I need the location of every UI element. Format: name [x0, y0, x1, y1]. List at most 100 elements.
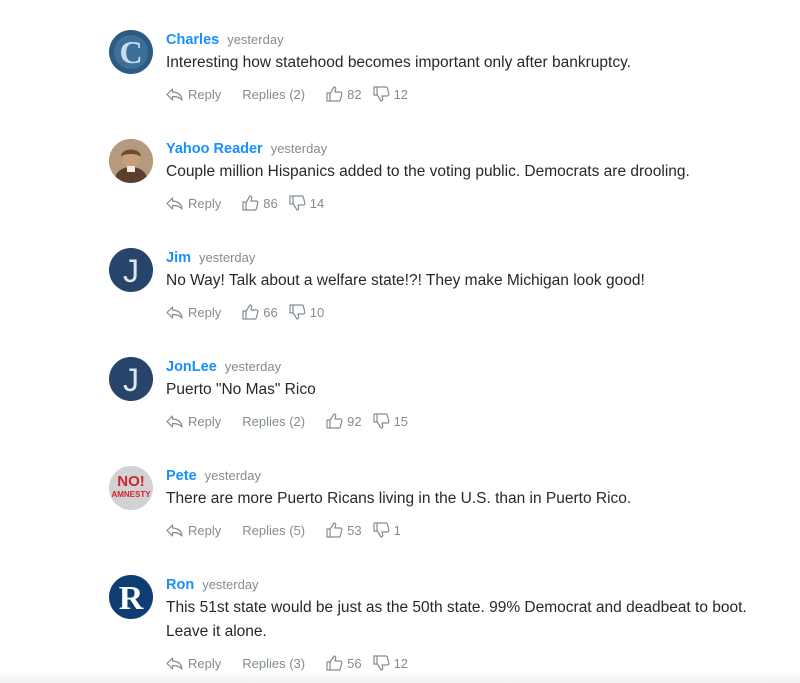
avatar-no-amnesty-icon: NO! AMNESTY — [109, 466, 153, 510]
comment-meta: Pete yesterday — [166, 466, 780, 486]
like-count: 82 — [347, 86, 362, 102]
thumbs-down-icon — [289, 195, 306, 211]
reply-button[interactable]: Reply — [166, 196, 221, 211]
reply-button[interactable]: Reply — [166, 305, 221, 320]
avatar-photo-icon — [109, 139, 153, 183]
avatar[interactable]: R — [109, 575, 153, 619]
replies-button[interactable]: Replies (5) — [242, 523, 305, 538]
thumbs-down-button[interactable]: 12 — [372, 86, 408, 102]
replies-button[interactable]: Replies (2) — [242, 414, 305, 429]
thumbs-up-button[interactable]: 82 — [326, 86, 362, 102]
comment-actions: Reply 86 14 — [166, 193, 780, 213]
comment-text: This 51st state would be just as the 50t… — [166, 599, 747, 640]
timestamp: yesterday — [224, 359, 282, 374]
thumbs-down-button[interactable]: 14 — [289, 195, 324, 211]
thumbs-down-icon — [372, 655, 390, 671]
thumbs-up-button[interactable]: 86 — [242, 195, 278, 211]
avatar-j-icon: J — [109, 248, 153, 292]
dislike-count: 1 — [393, 522, 401, 538]
svg-text:NO!: NO! — [117, 473, 145, 490]
thumbs-down-button[interactable]: 15 — [372, 413, 408, 429]
thumbs-down-button[interactable]: 12 — [372, 655, 409, 671]
comment-meta: Charles yesterday — [166, 30, 780, 50]
author-name[interactable]: Yahoo Reader — [166, 141, 263, 157]
svg-text:J: J — [123, 362, 139, 398]
comment-meta: Yahoo Reader yesterday — [166, 139, 780, 159]
thumbs-up-icon — [326, 413, 343, 429]
like-count: 66 — [263, 304, 278, 320]
comment-meta: Jim yesterday — [166, 248, 780, 268]
replies-button[interactable]: Replies (2) — [242, 87, 305, 102]
comment-meta: JonLee yesterday — [166, 357, 780, 377]
reply-button[interactable]: Reply — [166, 523, 221, 538]
author-name[interactable]: Pete — [166, 468, 197, 484]
reply-arrow-icon — [166, 656, 183, 670]
thumbs-down-button[interactable]: 10 — [289, 304, 324, 320]
like-count: 92 — [347, 413, 362, 429]
author-name[interactable]: Ron — [166, 577, 194, 593]
comment-body: Pete yesterday There are more Puerto Rica… — [166, 466, 780, 540]
thumbs-up-icon — [242, 304, 259, 320]
comment-actions: Reply Replies (2) 92 15 — [166, 411, 780, 431]
reply-label: Reply — [188, 304, 222, 320]
comment-actions: Reply Replies (2) 82 12 — [166, 84, 780, 104]
timestamp: yesterday — [270, 141, 328, 156]
timestamp: yesterday — [199, 250, 256, 265]
comment-text: There are more Puerto Ricans living in t… — [166, 490, 632, 507]
thumbs-down-icon — [372, 522, 390, 538]
thumbs-up-button[interactable]: 53 — [326, 522, 362, 538]
reply-arrow-icon — [166, 196, 183, 210]
avatar[interactable]: J — [109, 357, 153, 401]
comment-text: Puerto "No Mas" Rico — [166, 381, 316, 398]
reply-arrow-icon — [166, 87, 183, 101]
reply-arrow-icon — [166, 414, 183, 428]
timestamp: yesterday — [204, 468, 262, 483]
avatar[interactable]: NO! AMNESTY — [109, 466, 153, 510]
like-count: 53 — [347, 522, 362, 538]
reply-label: Reply — [188, 655, 222, 671]
author-name[interactable]: JonLee — [166, 359, 217, 375]
thumbs-down-icon — [372, 413, 390, 429]
reply-arrow-icon — [166, 305, 183, 319]
author-name[interactable]: Jim — [166, 250, 191, 266]
comment-actions: Reply Replies (5) 53 1 — [166, 520, 780, 540]
thumbs-up-icon — [326, 655, 343, 671]
comment-body: Ron yesterday This 51st state would be ju… — [166, 575, 780, 673]
avatar-r-icon: R — [109, 575, 153, 619]
thumbs-down-icon — [372, 86, 390, 102]
author-name[interactable]: Charles — [166, 32, 219, 48]
timestamp: yesterday — [227, 32, 284, 47]
svg-text:AMNESTY: AMNESTY — [111, 490, 151, 499]
replies-button[interactable]: Replies (3) — [242, 656, 305, 671]
thumbs-up-button[interactable]: 56 — [326, 655, 362, 671]
dislike-count: 12 — [393, 655, 409, 671]
reply-button[interactable]: Reply — [166, 656, 221, 671]
comment-meta: Ron yesterday — [166, 575, 780, 595]
comment-body: Jim yesterday No Way! Talk about a welfar… — [166, 248, 780, 322]
comment-text: Couple million Hispanics added to the vo… — [166, 163, 690, 180]
reply-button[interactable]: Reply — [166, 87, 221, 102]
avatar[interactable]: C — [109, 30, 153, 74]
avatar[interactable]: J — [109, 248, 153, 292]
thumbs-up-icon — [326, 522, 343, 538]
avatar-c-icon: C — [109, 30, 153, 74]
dislike-count: 14 — [309, 195, 325, 211]
like-count: 56 — [347, 655, 362, 671]
reply-button[interactable]: Reply — [166, 414, 221, 429]
comment-actions: Reply 66 10 — [166, 302, 780, 322]
comment-text: No Way! Talk about a welfare state!?! Th… — [166, 272, 645, 289]
svg-text:J: J — [123, 253, 139, 289]
thumbs-up-button[interactable]: 66 — [242, 304, 278, 320]
reply-label: Reply — [188, 413, 222, 429]
reply-label: Reply — [188, 522, 222, 538]
like-count: 86 — [263, 195, 278, 211]
thumbs-up-icon — [242, 195, 259, 211]
reply-arrow-icon — [166, 523, 183, 537]
avatar[interactable] — [109, 139, 153, 183]
svg-text:C: C — [119, 34, 142, 70]
svg-text:R: R — [119, 580, 144, 617]
thumbs-down-button[interactable]: 1 — [372, 522, 401, 538]
comment-body: JonLee yesterday Puerto "No Mas" Rico Rep… — [166, 357, 780, 431]
timestamp: yesterday — [202, 577, 259, 592]
thumbs-up-button[interactable]: 92 — [326, 413, 362, 429]
